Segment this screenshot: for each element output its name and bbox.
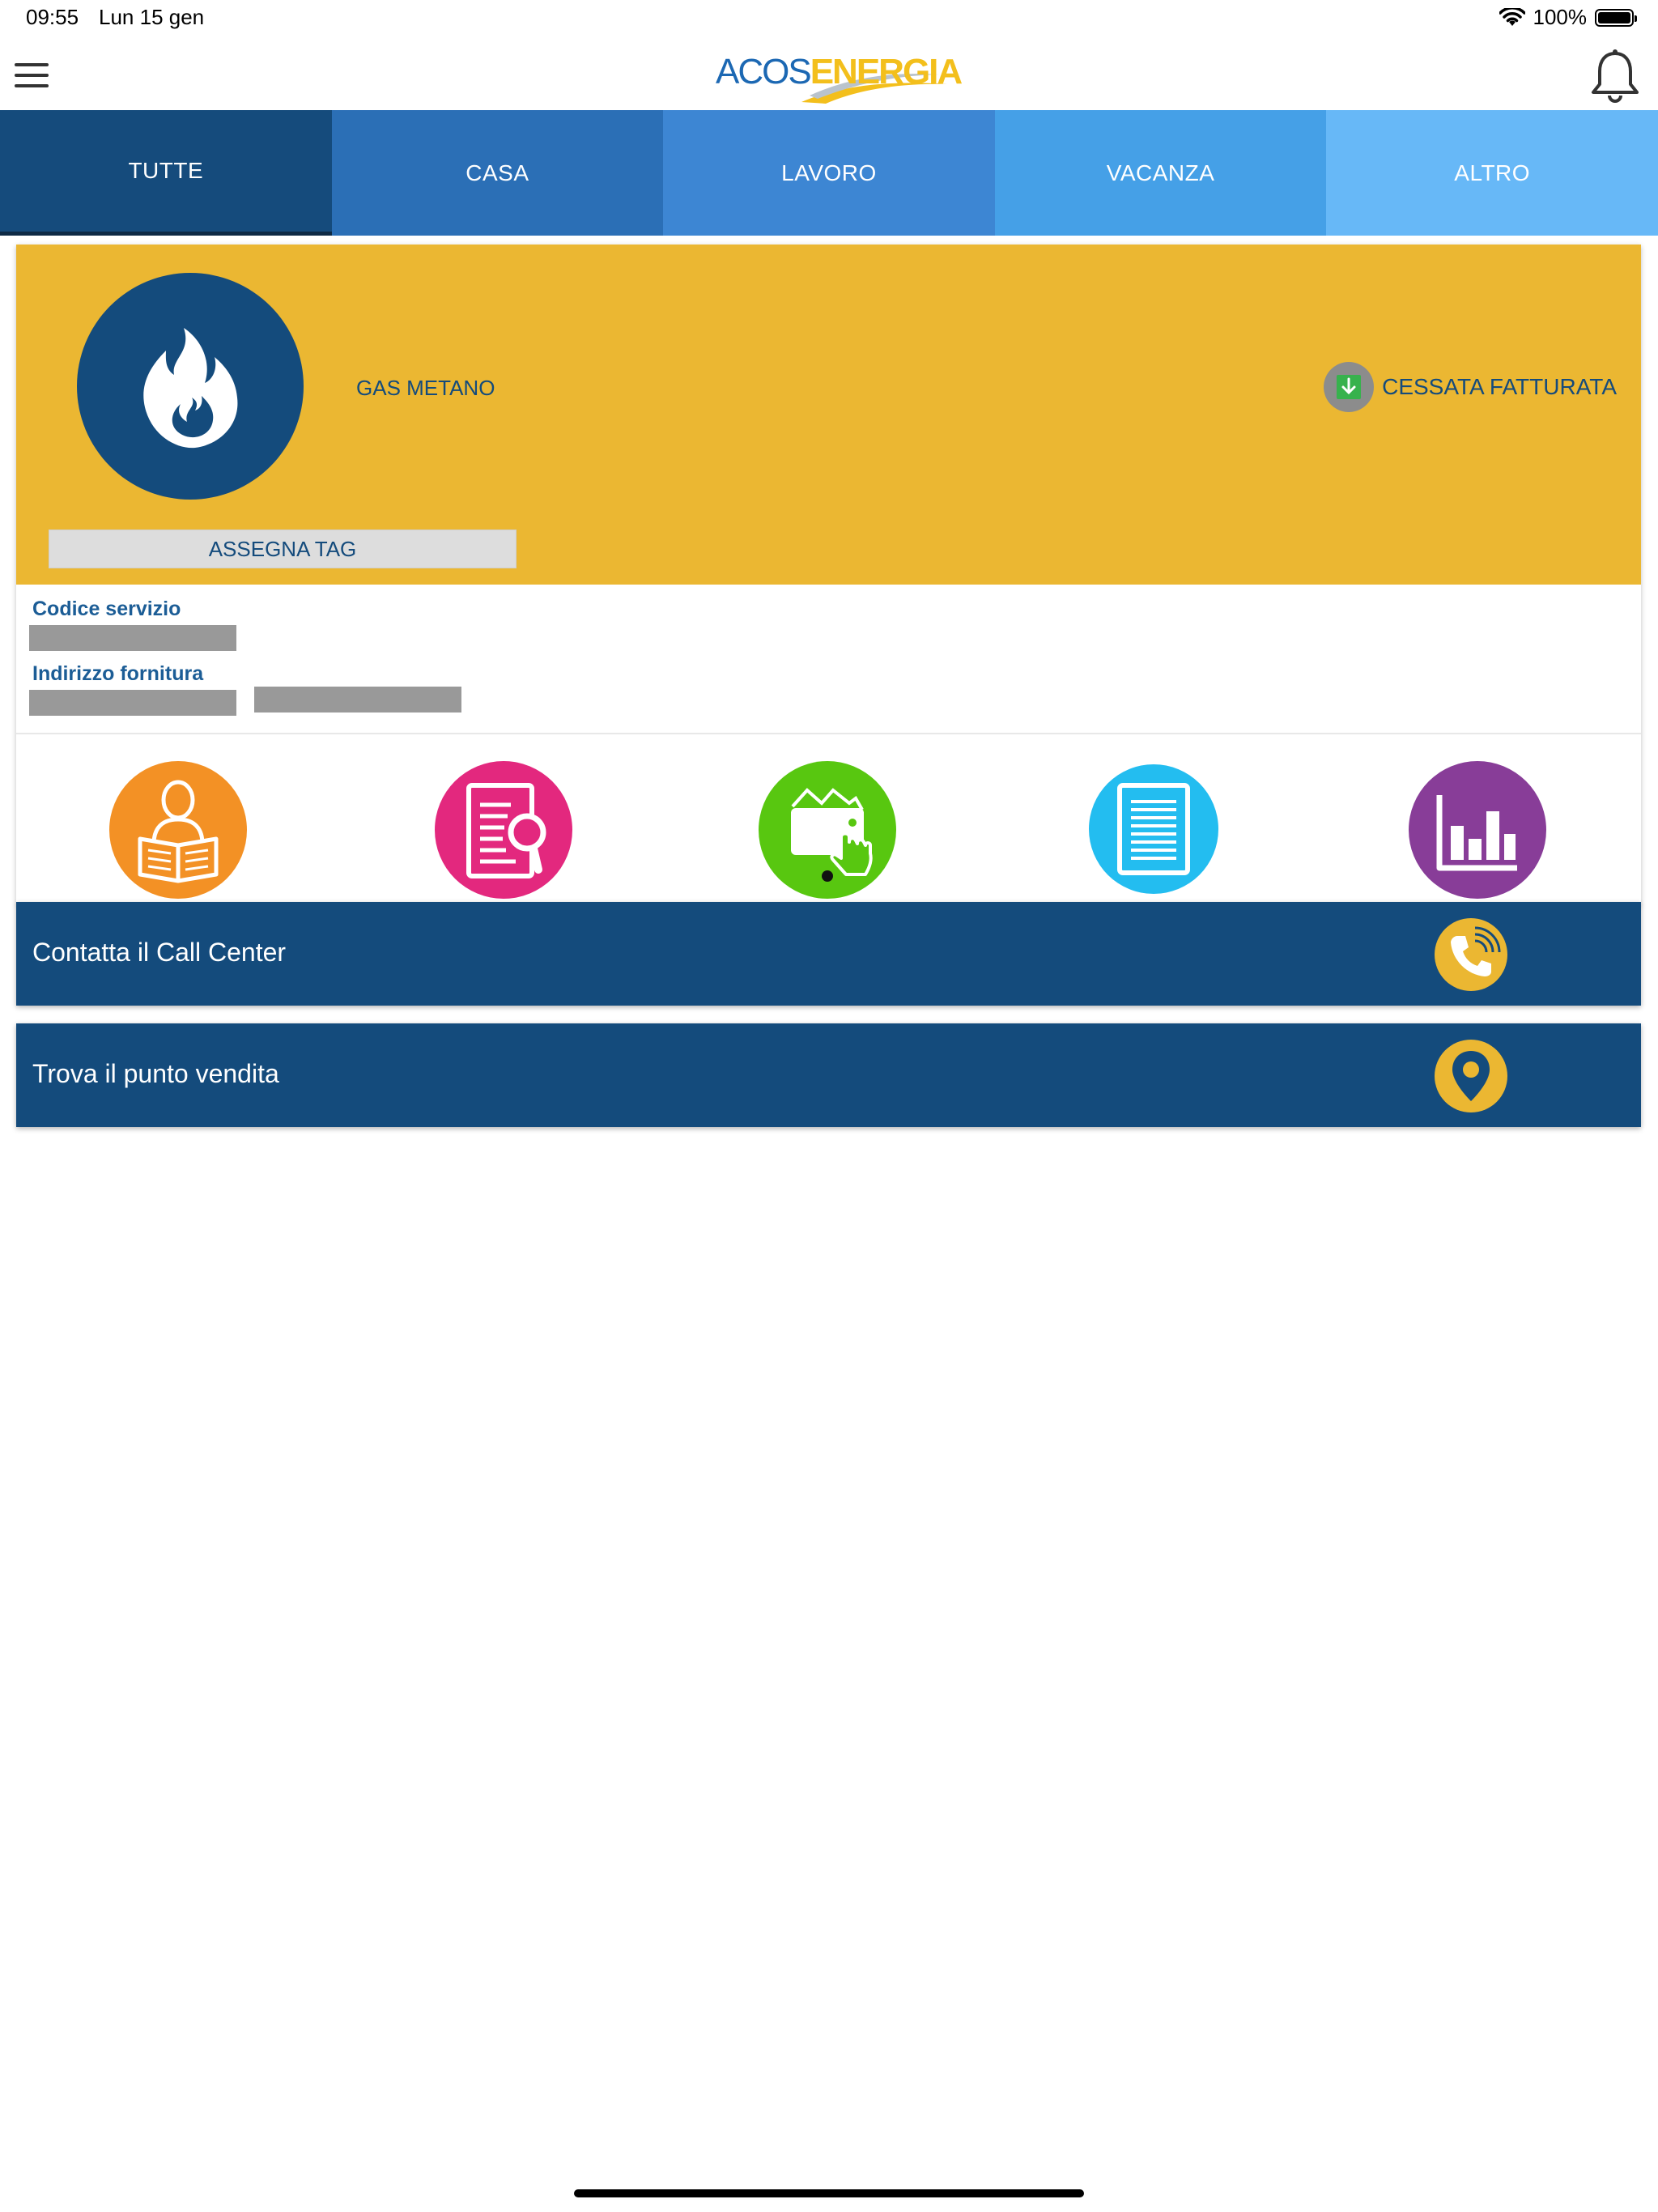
status-right: 100% [1499, 5, 1637, 30]
action-invoice-search[interactable] [435, 761, 572, 899]
service-details: Codice servizio Indirizzo fornitura [16, 585, 1641, 734]
bar-chart-icon [1436, 795, 1517, 871]
battery-icon [1595, 8, 1637, 27]
app-header: ACOSENERGIA [0, 40, 1658, 110]
tab-vacanza[interactable]: VACANZA [994, 110, 1327, 236]
flame-icon [143, 328, 238, 449]
wallet-payment-icon [791, 788, 873, 882]
tab-altro[interactable]: ALTRO [1326, 110, 1658, 236]
tab-lavoro[interactable]: LAVORO [663, 110, 995, 236]
action-payment[interactable] [759, 761, 896, 899]
call-center-label: Contatta il Call Center [32, 938, 287, 967]
assign-tag-button[interactable]: ASSEGNA TAG [49, 530, 517, 568]
supply-address-redacted [29, 690, 236, 716]
action-consumption-chart[interactable] [1409, 761, 1546, 899]
service-card-header: GAS METANO CESSATA FATTURATA ASSEGNA TAG [16, 245, 1641, 585]
status-time: 09:55 [26, 5, 79, 29]
store-locator-button[interactable]: Trova il punto vendita [16, 1023, 1641, 1127]
status-bar: 09:55 Lun 15 gen 100% [0, 0, 1658, 40]
status-label: CESSATA FATTURATA [1382, 374, 1617, 399]
invoice-search-icon [466, 783, 546, 878]
action-customer-reading[interactable] [109, 761, 247, 899]
action-document[interactable] [1089, 764, 1218, 894]
tab-casa[interactable]: CASA [331, 110, 664, 236]
home-indicator [574, 2189, 1084, 2197]
service-card: GAS METANO CESSATA FATTURATA ASSEGNA TAG… [16, 245, 1641, 904]
call-center-button[interactable]: Contatta il Call Center [16, 902, 1641, 1006]
download-icon [1324, 362, 1375, 412]
status-date: Lun 15 gen [99, 5, 205, 29]
service-actions [16, 734, 1641, 904]
service-status: CESSATA FATTURATA [1324, 362, 1617, 412]
service-type-badge [77, 273, 304, 500]
location-pin-icon [1435, 1040, 1507, 1112]
tab-tutte[interactable]: TUTTE [0, 110, 332, 236]
hamburger-menu-icon[interactable] [15, 60, 50, 92]
battery-percent: 100% [1533, 5, 1588, 29]
store-locator-label: Trova il punto vendita [32, 1059, 279, 1088]
customer-reading-icon [138, 780, 219, 883]
battery-fill [1598, 11, 1630, 23]
wifi-icon [1499, 7, 1525, 26]
supply-address-label: Indirizzo fornitura [32, 662, 204, 685]
notification-bell-icon[interactable] [1588, 47, 1642, 107]
service-code-redacted [29, 625, 236, 651]
supply-address-redacted-2 [254, 687, 461, 713]
service-name: GAS METANO [356, 376, 495, 400]
service-code-label: Codice servizio [32, 598, 181, 620]
category-tabs: TUTTE CASA LAVORO VACANZA ALTRO [0, 110, 1658, 236]
brand-logo: ACOSENERGIA [712, 45, 963, 110]
document-icon [1117, 783, 1190, 875]
phone-icon [1435, 918, 1507, 991]
